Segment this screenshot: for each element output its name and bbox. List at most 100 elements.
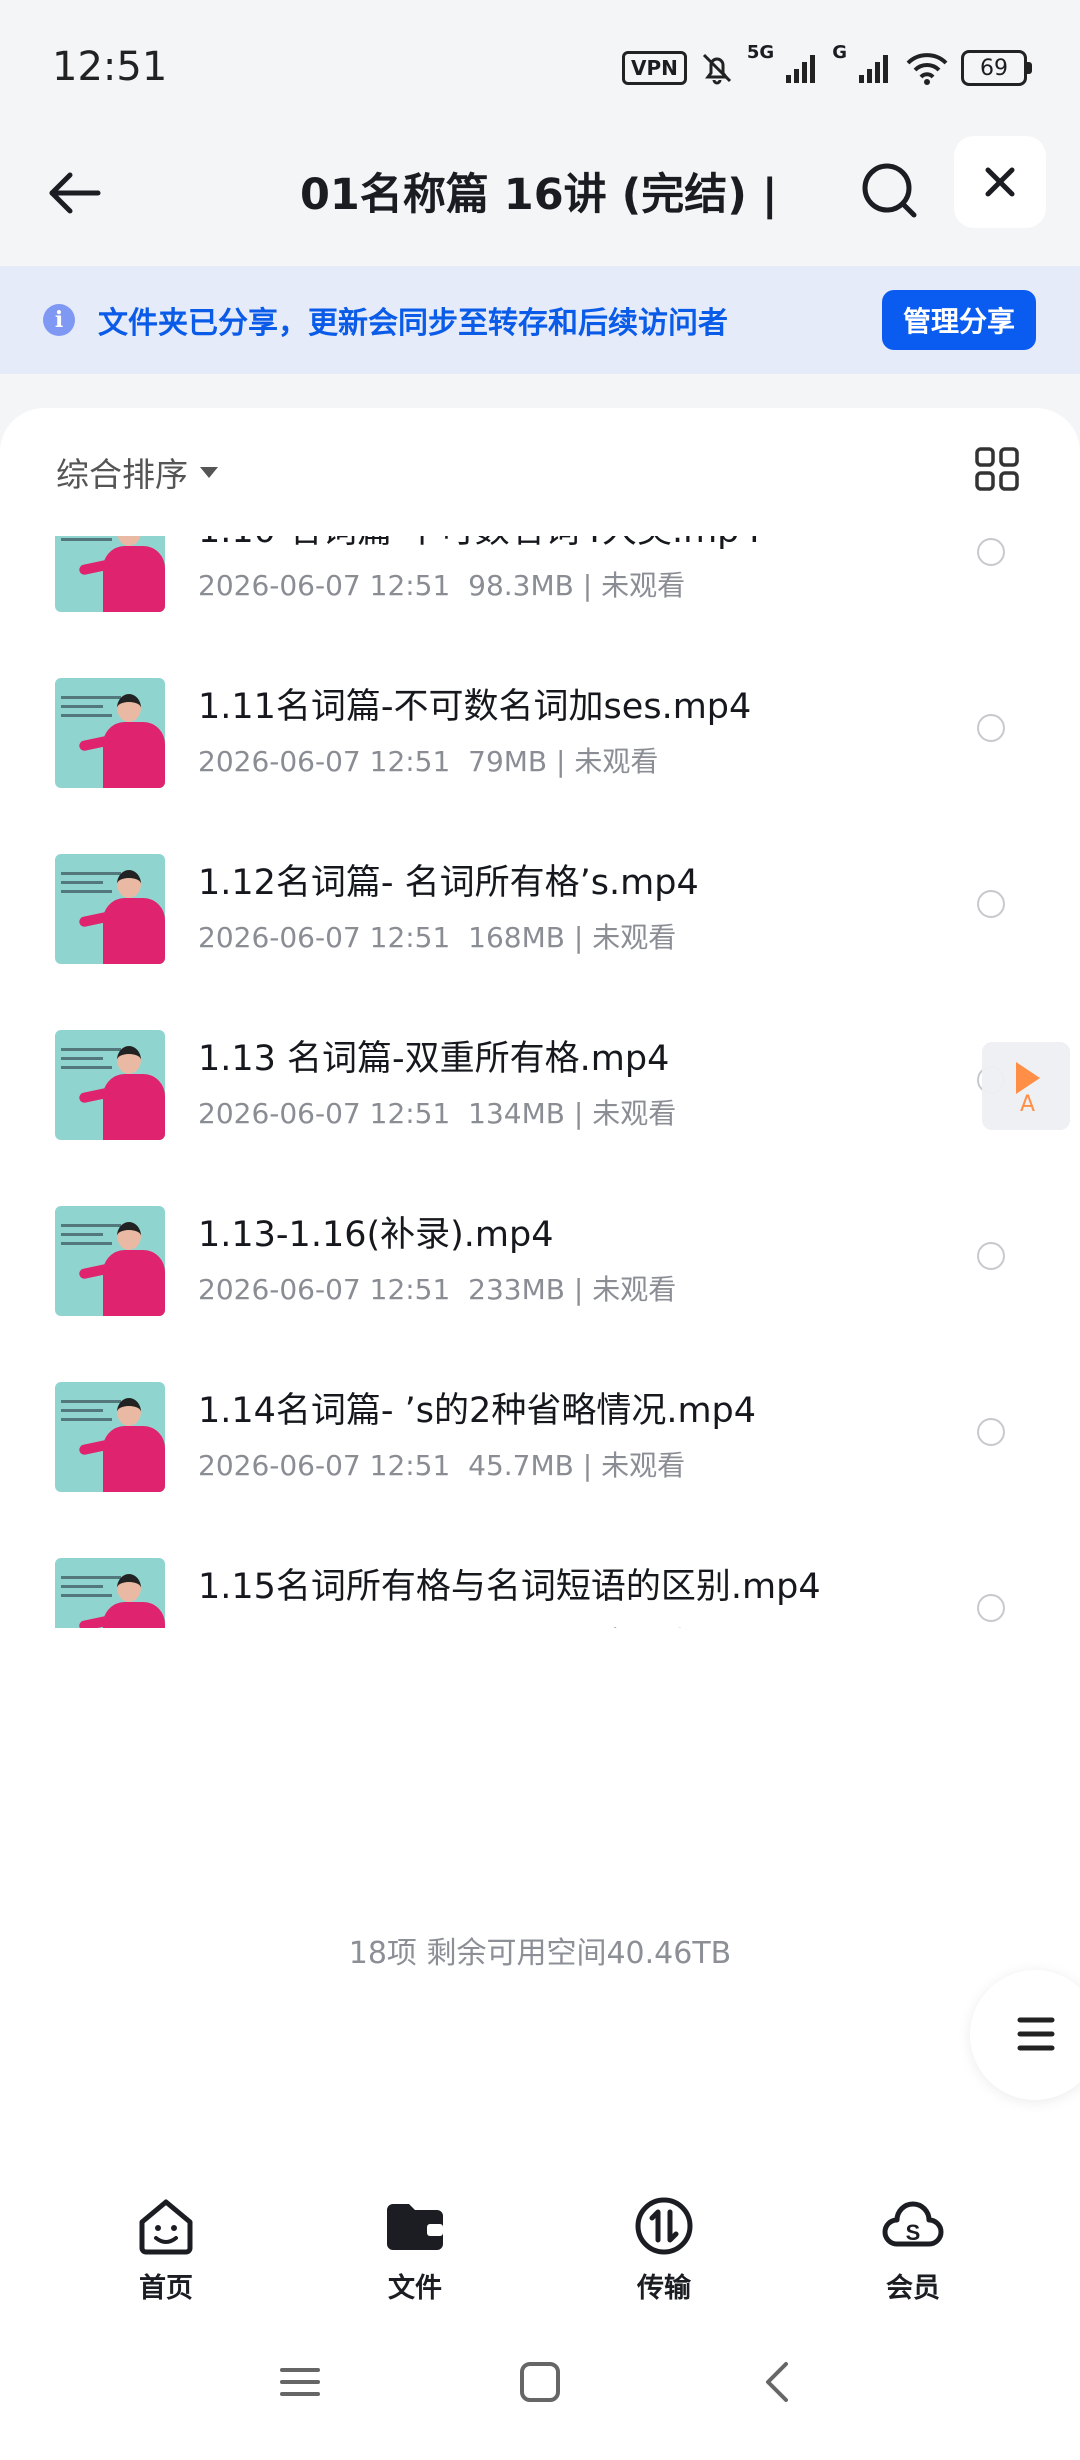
sort-label: 综合排序: [56, 455, 188, 494]
manage-share-button[interactable]: 管理分享: [882, 290, 1036, 350]
system-navigation-bar: [0, 2300, 1080, 2460]
watch-status: 未观看: [592, 1273, 677, 1306]
folder-icon: [387, 2204, 443, 2250]
sort-dropdown[interactable]: 综合排序: [56, 448, 218, 496]
tab-transfer[interactable]: 传输: [594, 2194, 734, 2305]
arrow-left-icon: [49, 172, 101, 214]
file-row[interactable]: 1.15名词所有格与名词短语的区别.mp4 2026-06-07 12:51 52…: [0, 1516, 1080, 1628]
meta-separator: |: [573, 1449, 602, 1482]
caret-down-icon: [200, 466, 218, 478]
search-button[interactable]: [854, 154, 926, 226]
tab-home[interactable]: 首页: [96, 2194, 236, 2305]
file-row[interactable]: 1.12名词篇- 名词所有格’s.mp4 2026-06-07 12:51 168…: [0, 812, 1080, 988]
player-letter: A: [1020, 1092, 1036, 1117]
network-5g-label: 5G: [746, 42, 775, 63]
file-name: 1.13 名词篇-双重所有格.mp4: [198, 1039, 670, 1079]
video-thumbnail: [55, 536, 165, 612]
bottom-tab-bar: 首页 文件 传输 S 会员: [0, 2160, 1080, 2304]
meta-separator: |: [564, 1097, 593, 1130]
file-size: 98.3MB: [468, 569, 574, 602]
home-smile-icon: [139, 2199, 193, 2255]
file-size: 134MB: [468, 1097, 565, 1130]
select-checkbox[interactable]: [977, 1594, 1005, 1622]
file-date: 2026-06-07 12:51: [198, 569, 451, 602]
info-icon: i: [43, 304, 75, 336]
file-name: 1.13-1.16(补录).mp4: [198, 1215, 554, 1255]
file-row[interactable]: 1.10 名词篇-不可数名词4大类.mp4 2026-06-07 12:51 98…: [0, 536, 1080, 636]
select-checkbox[interactable]: [977, 714, 1005, 742]
video-thumbnail: [55, 1382, 165, 1492]
file-meta: 2026-06-07 12:51 134MB | 未观看: [198, 1092, 676, 1132]
recent-apps-icon[interactable]: [276, 2358, 324, 2406]
meta-separator: |: [564, 921, 593, 954]
share-banner-text: 文件夹已分享，更新会同步至转存和后续访问者: [98, 306, 728, 341]
transfer-icon: [635, 2197, 693, 2255]
close-icon: [985, 167, 1015, 197]
home-button-icon[interactable]: [516, 2358, 564, 2406]
signal-icon: [786, 55, 816, 83]
file-row[interactable]: 1.13-1.16(补录).mp4 2026-06-07 12:51 233MB …: [0, 1164, 1080, 1340]
file-date: 2026-06-07 12:51: [198, 1097, 451, 1130]
file-meta: 2026-06-07 12:51 45.7MB | 未观看: [198, 1444, 685, 1484]
signal-icon-2: [859, 55, 888, 83]
file-name: 1.11名词篇-不可数名词加ses.mp4: [198, 687, 752, 727]
wifi-icon: [906, 53, 948, 85]
watch-status: 未观看: [574, 745, 659, 778]
select-checkbox[interactable]: [977, 1418, 1005, 1446]
file-date: 2026-06-07 12:51: [198, 1273, 451, 1306]
floating-player-button[interactable]: A: [982, 1042, 1070, 1130]
grid-view-icon: [975, 447, 1019, 491]
search-icon: [862, 163, 917, 218]
select-checkbox[interactable]: [977, 538, 1005, 566]
file-date: 2026-06-07 12:51: [198, 745, 451, 778]
file-meta: 2026-06-07 12:51 79MB | 未观看: [198, 740, 658, 780]
meta-separator: |: [547, 745, 575, 778]
watch-status: 未观看: [601, 1625, 685, 1628]
back-button[interactable]: [40, 158, 110, 228]
file-list-card: 综合排序 1.10 名词篇-不可数名词4大类.mp4 2026-06-07 12:…: [0, 408, 1080, 2198]
watch-status: 未观看: [601, 1449, 686, 1482]
network-g-label: G: [832, 42, 847, 63]
select-checkbox[interactable]: [977, 1242, 1005, 1270]
battery-level: 69: [961, 50, 1027, 86]
select-checkbox[interactable]: [977, 890, 1005, 918]
meta-separator: |: [564, 1273, 593, 1306]
file-meta: 2026-06-07 12:51 233MB | 未观看: [198, 1268, 676, 1308]
file-name: 1.15名词所有格与名词短语的区别.mp4: [198, 1567, 821, 1607]
file-row[interactable]: 1.13 名词篇-双重所有格.mp4 2026-06-07 12:51 134MB…: [0, 988, 1080, 1164]
tab-vip[interactable]: S 会员: [843, 2194, 983, 2305]
floating-menu-button[interactable]: [970, 1970, 1080, 2100]
file-date: 2026-06-07 12:51: [198, 1625, 450, 1628]
status-icons: VPN 5G G 69: [622, 42, 1032, 90]
file-meta: 2026-06-07 12:51 98.3MB | 未观看: [198, 564, 685, 604]
video-thumbnail: [55, 678, 165, 788]
file-name: 1.10 名词篇-不可数名词4大类.mp4: [198, 536, 762, 553]
meta-separator: |: [573, 569, 602, 602]
storage-summary: 18项 剩余可用空间40.46TB: [348, 1936, 732, 1971]
watch-status: 未观看: [592, 921, 677, 954]
video-thumbnail: [55, 1030, 165, 1140]
video-thumbnail: [55, 1206, 165, 1316]
page-title: 01名称篇 16讲 (完结) |: [300, 170, 778, 220]
file-row[interactable]: 1.14名词篇- ’s的2种省略情况.mp4 2026-06-07 12:51 4…: [0, 1340, 1080, 1516]
file-date: 2026-06-07 12:51: [198, 921, 451, 954]
svg-text:S: S: [906, 2220, 921, 2245]
file-size: 233MB: [468, 1273, 565, 1306]
file-name: 1.14名词篇- ’s的2种省略情况.mp4: [198, 1391, 757, 1431]
cloud-vip-icon: S: [882, 2201, 944, 2247]
vpn-badge: VPN: [622, 51, 687, 85]
file-row[interactable]: 1.11名词篇-不可数名词加ses.mp4 2026-06-07 12:51 79…: [0, 636, 1080, 812]
status-time: 12:51: [52, 44, 168, 90]
menu-icon: [1017, 2017, 1055, 2051]
status-bar: 12:51 VPN 5G G 69: [0, 0, 1080, 130]
battery-indicator: 69: [961, 50, 1032, 86]
tab-files[interactable]: 文件: [345, 2194, 485, 2305]
file-date: 2026-06-07 12:51: [198, 1449, 451, 1482]
file-size: 52.7MB: [468, 1625, 574, 1628]
video-thumbnail: [55, 1558, 165, 1628]
file-size: 45.7MB: [468, 1449, 574, 1482]
grid-view-button[interactable]: [974, 446, 1020, 492]
file-size: 79MB: [468, 745, 548, 778]
close-button[interactable]: [954, 136, 1046, 228]
back-nav-icon[interactable]: [754, 2358, 802, 2406]
